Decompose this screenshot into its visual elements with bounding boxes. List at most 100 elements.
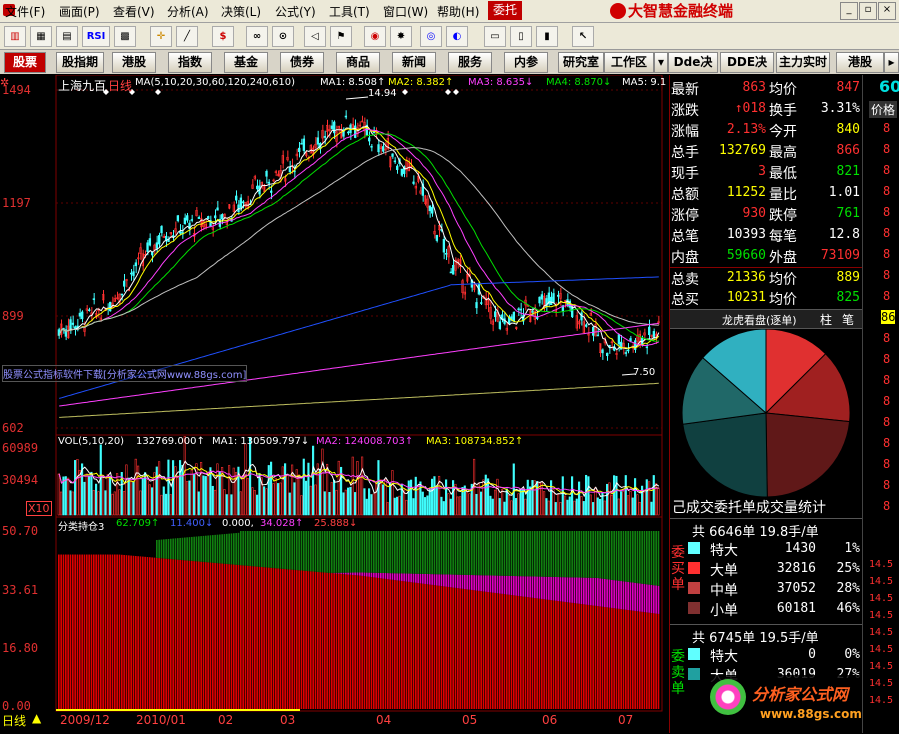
tab-research[interactable]: 研究室 — [558, 52, 604, 73]
megaphone-icon[interactable]: ◁ — [304, 26, 326, 47]
position-pink-bar — [445, 574, 447, 586]
target-icon[interactable]: ◎ — [420, 26, 442, 47]
tab-news[interactable]: 新闻 — [392, 52, 436, 73]
volume-bar — [623, 491, 625, 515]
position-pink-bar — [574, 577, 576, 603]
calendar-icon[interactable]: ▦ — [30, 26, 52, 47]
position-red-bar — [417, 583, 419, 709]
close-button[interactable]: × — [878, 2, 896, 20]
dollar-icon[interactable]: $ — [212, 26, 234, 47]
globe-icon[interactable]: ◉ — [364, 26, 386, 47]
ruler-icon[interactable]: ╱ — [176, 26, 198, 47]
position-green-bar — [210, 535, 212, 562]
position-red-bar — [240, 565, 242, 709]
position-pink-bar — [522, 576, 524, 596]
chart-icon[interactable]: ▤ — [56, 26, 78, 47]
position-pink-bar — [646, 584, 648, 612]
site-logo: 分析家公式网 www.88gs.com — [708, 675, 863, 731]
tab-index[interactable]: 指数 — [168, 52, 212, 73]
menu-formula[interactable]: 公式(Y) — [275, 3, 316, 20]
position-pink-bar — [375, 573, 377, 578]
menu-view[interactable]: 查看(V) — [113, 3, 155, 20]
tab-workspace[interactable]: 工作区 — [604, 52, 654, 73]
binoculars-icon[interactable]: ⊙ — [272, 26, 294, 47]
position-red-bar — [86, 555, 88, 709]
candle-body — [429, 206, 431, 211]
position-green-bar — [294, 531, 296, 570]
position-pink-bar — [378, 573, 380, 578]
position-green-bar — [172, 539, 174, 560]
position-red-bar — [226, 564, 228, 709]
tab-funds[interactable]: 基金 — [224, 52, 268, 73]
lhkp-tab-tick[interactable]: 笔 — [842, 311, 854, 328]
grid-icon[interactable]: ▩ — [114, 26, 136, 47]
tab-insider[interactable]: 内参 — [504, 52, 548, 73]
volume-bar — [546, 498, 548, 515]
ma1-value: MA1: 8.508↑ — [320, 77, 385, 88]
position-green-bar — [506, 531, 508, 576]
tab-index-futures[interactable]: 股指期 — [56, 52, 104, 73]
position-red-bar — [193, 561, 195, 709]
tab-commodities[interactable]: 商品 — [336, 52, 380, 73]
menu-help[interactable]: 帮助(H) — [437, 3, 479, 20]
position-red-bar — [343, 574, 345, 709]
arrow-icon[interactable]: ↖ — [572, 26, 594, 47]
minimize-button[interactable]: _ — [840, 2, 858, 20]
glasses-icon[interactable]: ∞ — [246, 26, 268, 47]
candle-body — [268, 182, 270, 183]
gear-icon[interactable]: ✸ — [390, 26, 412, 47]
position-red-bar — [140, 556, 142, 709]
position-green-bar — [203, 536, 205, 562]
chart-area[interactable]: ✲ 上海九百 日线 MA(5,10,20,30,60,120,240,610) … — [0, 75, 668, 733]
menu-view-screen[interactable]: 画面(P) — [59, 3, 100, 20]
position-pink-bar — [452, 575, 454, 588]
menu-window[interactable]: 窗口(W) — [383, 3, 428, 20]
library-icon[interactable]: ▮ — [536, 26, 558, 47]
note-icon[interactable]: ▯ — [510, 26, 532, 47]
book-icon[interactable]: ◐ — [446, 26, 468, 47]
chart-canvas[interactable] — [0, 75, 668, 733]
menu-analysis[interactable]: 分析(A) — [167, 3, 209, 20]
nav-scroll-right-icon[interactable]: ▸ — [884, 52, 899, 73]
tab-dde-decision-2[interactable]: DDE决策 — [720, 52, 774, 73]
position-green-bar — [550, 531, 552, 577]
tab-dde-decision-1[interactable]: Dde决策 — [668, 52, 718, 73]
lhkp-title[interactable]: 龙虎看盘(逐单) — [722, 312, 797, 328]
position-green-bar — [205, 536, 207, 562]
position-pink-bar — [431, 574, 433, 585]
candle-body — [653, 331, 655, 337]
bottom-period[interactable]: 日线 — [2, 712, 26, 729]
volume-bar — [86, 474, 88, 515]
flag-icon[interactable]: ⚑ — [330, 26, 352, 47]
notebook-icon[interactable]: ▭ — [484, 26, 506, 47]
volume-bar — [74, 460, 76, 515]
restore-button[interactable]: ▫ — [859, 2, 877, 20]
rsi-icon[interactable]: RSI — [82, 26, 110, 47]
tab-services[interactable]: 服务 — [448, 52, 492, 73]
position-red-bar — [597, 606, 599, 709]
tab-bonds[interactable]: 债券 — [280, 52, 324, 73]
lhkp-tab-bar[interactable]: 柱 — [820, 311, 832, 328]
position-green-bar — [354, 531, 356, 573]
tab-hk-stocks[interactable]: 港股 — [112, 52, 156, 73]
position-red-bar — [336, 574, 338, 709]
candle-body — [520, 309, 522, 310]
position-green-bar — [527, 531, 529, 576]
quote-value: 840 — [804, 122, 860, 137]
tab-main-realtime[interactable]: 主力实时 — [776, 52, 830, 73]
menu-tools[interactable]: 工具(T) — [329, 3, 370, 20]
position-red-bar — [494, 593, 496, 709]
trade-order-button[interactable]: 委托 — [488, 1, 522, 20]
tab-stocks[interactable]: 股票 — [4, 52, 46, 73]
menu-file[interactable]: 文件(F) — [5, 3, 45, 20]
tab-hk-stocks-2[interactable]: 港股 — [836, 52, 884, 73]
period-arrow-icon[interactable]: ▲ — [32, 711, 41, 725]
cross-icon[interactable]: ✛ — [150, 26, 172, 47]
menu-decision[interactable]: 决策(L) — [221, 3, 261, 20]
candle-icon[interactable]: ▥ — [4, 26, 26, 47]
candle-body — [135, 263, 137, 266]
side-quote-strip[interactable]: 60 价格 8888888888688888888814.514.514.514… — [862, 75, 899, 733]
position-green-bar — [513, 531, 515, 576]
workspace-dropdown-icon[interactable]: ▾ — [654, 52, 668, 73]
position-green-bar — [401, 531, 403, 573]
